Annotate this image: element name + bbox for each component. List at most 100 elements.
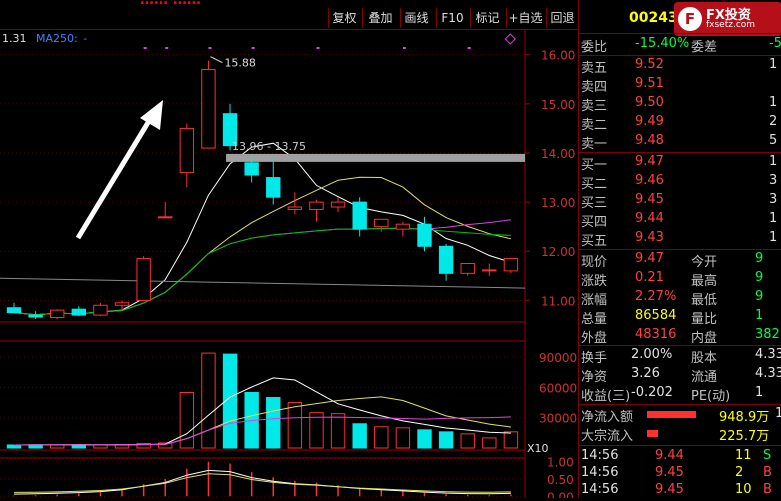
- quote-value: 9.47: [635, 251, 664, 266]
- stats-value-2: 4.33: [755, 347, 781, 362]
- fx-logo: F FX投资 fxsetz.com: [674, 2, 781, 36]
- bid-row[interactable]: 买三 9.45 3: [579, 192, 781, 211]
- stats-value-2: 4.33: [755, 366, 781, 381]
- tick-time: 14:56: [581, 482, 619, 497]
- bid-price: 9.45: [635, 192, 664, 207]
- tick-time: 14:56: [581, 465, 619, 480]
- weicha-value: -5: [769, 36, 781, 51]
- quote-row[interactable]: 涨跌 0.21 最高 9: [579, 270, 781, 289]
- candle-body: [330, 201, 346, 208]
- event-marker: [143, 47, 147, 49]
- event-marker: [251, 47, 255, 49]
- back-button[interactable]: 回退: [546, 8, 578, 28]
- flow-value: 948.9万: [719, 410, 770, 425]
- macd-dea-line: [13, 473, 511, 493]
- quote-label-2: 内盘: [691, 331, 718, 346]
- stats-label-2: PE(动): [691, 389, 731, 404]
- volume-bar: [309, 412, 324, 449]
- candle-body: [158, 216, 173, 219]
- high-pointer: [210, 56, 223, 64]
- logo-url: fxsetz.com: [706, 20, 756, 30]
- ma10-line: [13, 176, 512, 316]
- bid-label: 买五: [581, 234, 608, 249]
- candle-body: [93, 304, 108, 316]
- ma60-line: [13, 227, 511, 316]
- stats-label: 净资: [581, 370, 608, 385]
- volume-bar: [395, 427, 411, 449]
- weibi-label: 委比: [581, 40, 608, 55]
- volume-bar: [460, 433, 475, 449]
- ask-price: 9.51: [635, 76, 664, 91]
- macd-tick-label: 1.00: [547, 456, 574, 470]
- draw-line-button[interactable]: 画线: [400, 8, 432, 28]
- ask-volume: 1: [769, 95, 778, 110]
- ask-row[interactable]: 卖一 9.48 5: [579, 133, 781, 152]
- restore-rights-button[interactable]: 复权: [328, 8, 360, 28]
- volume-ma20-line: [13, 416, 511, 446]
- candle-body: [287, 206, 303, 210]
- bid-row[interactable]: 买五 9.43 1: [579, 230, 781, 249]
- tick-volume: 11: [735, 448, 752, 463]
- event-marker: [402, 47, 406, 49]
- price-tick-label: 15.00: [541, 98, 575, 112]
- kline-chart[interactable]: 16.00 15.00 14.00 13.00 12.00 11.00 15.88 13.96…: [0, 30, 578, 498]
- range-label: 13.96 - 13.75: [232, 140, 306, 153]
- stats-row[interactable]: 换手 2.00% 股本 4.33: [579, 347, 781, 366]
- f10-button[interactable]: F10: [436, 8, 468, 28]
- candle-body: [503, 258, 519, 272]
- quote-label: 涨幅: [581, 293, 608, 308]
- ask-label: 卖四: [581, 80, 608, 95]
- event-marker: [467, 47, 471, 49]
- candle-body: [179, 127, 195, 174]
- stats-row[interactable]: 净资 3.26 流通 4.33: [579, 366, 781, 385]
- stats-label: 收益(三): [581, 389, 631, 404]
- stats-value: -0.202: [631, 385, 673, 400]
- bid-row[interactable]: 买一 9.47 1: [579, 154, 781, 173]
- bid-price: 9.46: [635, 173, 664, 188]
- flow-extra: 1: [775, 406, 781, 421]
- quote-row[interactable]: 涨幅 2.27% 最低 9: [579, 289, 781, 308]
- overlay-button[interactable]: 叠加: [362, 8, 398, 28]
- quote-row[interactable]: 总量 86584 量比 1: [579, 308, 781, 327]
- bid-row[interactable]: 买二 9.46 3: [579, 173, 781, 192]
- ask-row[interactable]: 卖三 9.50 1: [579, 95, 781, 114]
- add-watchlist-button[interactable]: +自选: [506, 8, 544, 28]
- candle-body: [201, 68, 216, 149]
- flow-row[interactable]: 净流入额 948.9万 1: [579, 406, 781, 425]
- event-marker: [165, 47, 169, 49]
- event-marker: [316, 47, 320, 49]
- candle-body: [460, 263, 475, 274]
- quote-label: 总量: [581, 312, 608, 327]
- weibi-value: -15.40%: [635, 36, 690, 51]
- flow-row[interactable]: 大宗流入 225.7万: [579, 425, 781, 444]
- bid-volume: 1: [769, 154, 778, 169]
- ask-label: 卖一: [581, 137, 608, 152]
- candle-body: [374, 218, 389, 228]
- mark-button[interactable]: 标记: [470, 8, 504, 28]
- stats-value-2: 1: [755, 385, 764, 400]
- volume-bar: [93, 444, 108, 449]
- quote-label: 外盘: [581, 331, 608, 346]
- ask-volume: 5: [769, 133, 778, 148]
- volume-ma10-line: [13, 396, 511, 446]
- candle-body: [6, 307, 22, 314]
- tick-row[interactable]: 14:56 9.45 10 B: [579, 482, 781, 501]
- ask-volume: 2: [769, 114, 778, 129]
- macd-tick-label: 0.50: [547, 473, 574, 487]
- stats-value: 3.26: [631, 366, 660, 381]
- bid-price: 9.43: [635, 230, 664, 245]
- ask-price: 9.48: [635, 133, 664, 148]
- quote-row[interactable]: 外盘 48316 内盘 382: [579, 327, 781, 346]
- stats-row[interactable]: 收益(三) -0.202 PE(动) 1: [579, 385, 781, 404]
- quote-row[interactable]: 现价 9.47 今开 9: [579, 251, 781, 270]
- quote-value: 2.27%: [635, 289, 677, 304]
- quote-value: 0.21: [635, 270, 664, 285]
- ask-row[interactable]: 卖四 9.51: [579, 76, 781, 95]
- bid-row[interactable]: 买四 9.44 1: [579, 211, 781, 230]
- ask-row[interactable]: 卖二 9.49 2: [579, 114, 781, 133]
- flow-bar: [647, 430, 658, 437]
- flow-label: 净流入额: [581, 410, 634, 425]
- ask-row[interactable]: 卖五 9.52 1: [579, 57, 781, 76]
- weicha-label: 委差: [691, 40, 718, 55]
- stats-label: 换手: [581, 351, 608, 366]
